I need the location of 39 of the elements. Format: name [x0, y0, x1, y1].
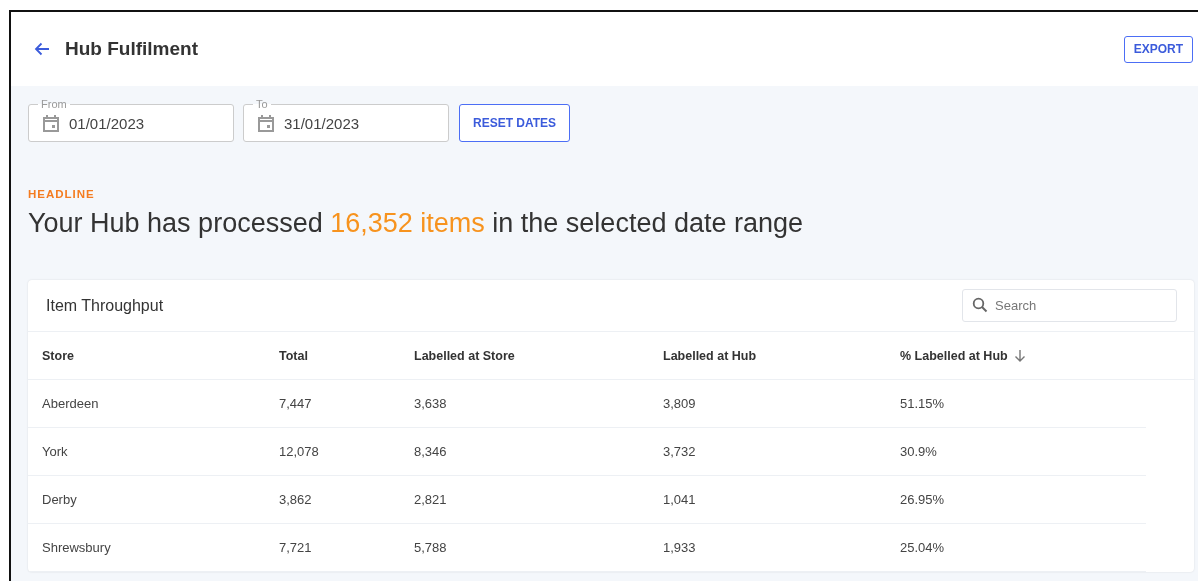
table-cell-text: 1,933: [663, 540, 697, 555]
column-header[interactable]: Labelled at Hub: [663, 348, 900, 363]
calendar-icon: [43, 114, 59, 132]
page-title: Hub Fulfilment: [65, 38, 198, 60]
table-cell-text: 3,732: [663, 444, 697, 459]
reset-dates-button[interactable]: RESET DATES: [459, 104, 571, 142]
search-icon: [972, 297, 988, 313]
table-cell-text: 51.15%: [900, 396, 946, 411]
table-cell-text: York: [42, 444, 69, 459]
card-title: Item Throughput: [46, 296, 164, 315]
table-cell-text: 1,041: [663, 492, 697, 507]
table-cell-text: Shrewsbury: [42, 540, 112, 555]
field-label: To: [253, 97, 271, 111]
column-header[interactable]: Labelled at Store: [414, 348, 663, 363]
table-cell-text: 5,788: [414, 540, 448, 555]
calendar-icon: [258, 114, 274, 132]
table-cell-text: 3,638: [414, 396, 448, 411]
export-button[interactable]: EXPORT: [1123, 35, 1193, 63]
column-header[interactable]: Total: [279, 348, 414, 363]
table-cell-text: 7,721: [279, 540, 313, 555]
table-cell-text: 26.95%: [900, 492, 946, 507]
table-cell-text: Aberdeen: [42, 396, 100, 411]
section-label: HEADLINE: [28, 188, 96, 200]
column-header[interactable]: Store: [42, 348, 279, 363]
table-cell-text: Derby: [42, 492, 78, 507]
field-label: From: [38, 97, 70, 111]
table-cell-text: 8,346: [414, 444, 448, 459]
column-header[interactable]: % Labelled at Hub: [900, 348, 1194, 363]
table-cell-text: 25.04%: [900, 540, 946, 555]
sort-down-icon: [1013, 349, 1026, 362]
search-field[interactable]: Search: [962, 289, 1177, 322]
headline-text: Your Hub has processed 16,352 items in the selected date range: [28, 208, 805, 239]
table-cell-text: 12,078: [279, 444, 320, 459]
table-cell-text: 3,862: [279, 492, 313, 507]
table-cell-text: 30.9%: [900, 444, 938, 459]
table-cell-text: 7,447: [279, 396, 313, 411]
table-cell-text: 2,821: [414, 492, 448, 507]
table-cell-text: 3,809: [663, 396, 697, 411]
back-arrow-icon[interactable]: [33, 40, 51, 58]
